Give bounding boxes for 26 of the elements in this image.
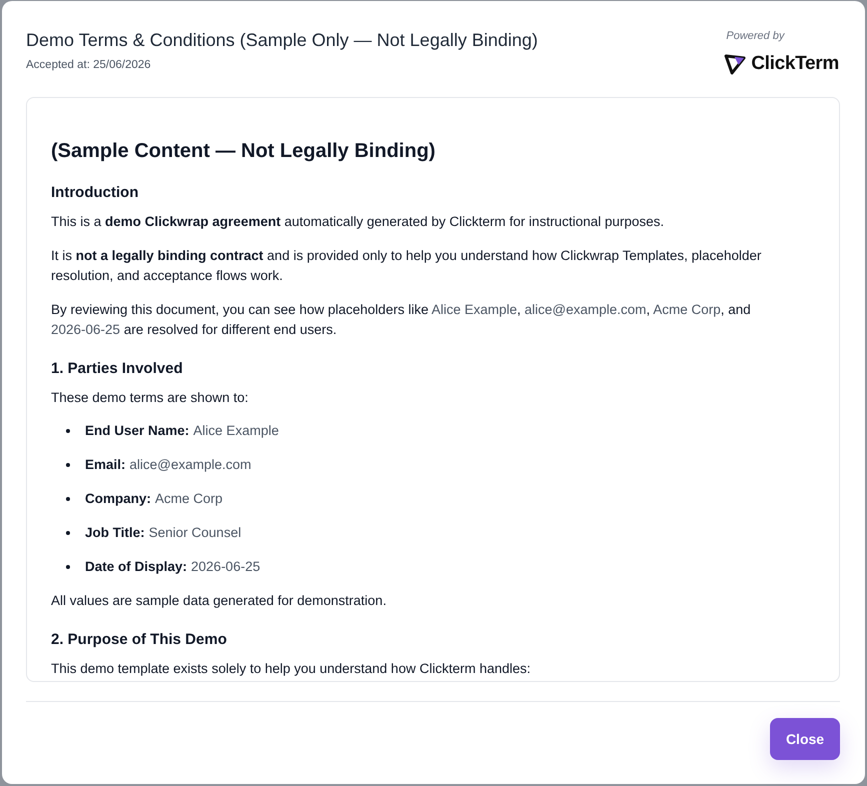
section-heading: 1. Parties Involved: [51, 359, 184, 379]
powered-by-text: Powered by: [726, 29, 784, 43]
dialog-title: Demo Terms & Conditions (Sample Only — Not Legally Binding): [26, 29, 538, 52]
list-item-text: Date of Display: 2026-06-25: [85, 558, 260, 576]
bullet-icon: [66, 463, 70, 467]
list-item-text: Email: alice@example.com: [85, 456, 252, 474]
list-item-text: End User Name: Alice Example: [85, 422, 279, 440]
section-heading: Introduction: [51, 183, 140, 203]
list-item-text: Job Title: Senior Counsel: [85, 524, 242, 542]
close-button[interactable]: Close: [770, 718, 840, 760]
paragraph: It is not a legally binding contract and is provided only to help you understand how Clickwrap Templates, placeholder resolution, and acceptance flows work.: [51, 247, 762, 285]
bullet-icon: [66, 531, 70, 535]
paragraph: This demo template exists solely to help you understand how Clickterm handles:: [51, 660, 532, 678]
bullet-icon: [66, 497, 70, 501]
paragraph: By reviewing this document, you can see how placeholders like Alice Example, alice@example.com, Acme Corp, and 2026-06-25 are resolved for different end users.: [51, 301, 752, 339]
paragraph: These demo terms are shown to:: [51, 389, 250, 407]
brand-name: ClickTerm: [751, 53, 839, 75]
cursor-icon: [724, 54, 746, 74]
bullet-icon: [66, 565, 70, 569]
document-title: (Sample Content — Not Legally Binding): [51, 139, 436, 164]
section-heading: 2. Purpose of This Demo: [51, 630, 228, 650]
list-item-text: Company: Acme Corp: [85, 490, 223, 508]
paragraph: All values are sample data generated for demonstration.: [51, 592, 388, 610]
accepted-date-text: Accepted at: 25/06/2026: [26, 58, 152, 73]
paragraph: This is a demo Clickwrap agreement automatically generated by Clickterm for instructional purposes.: [51, 213, 666, 231]
bullet-icon: [66, 429, 70, 433]
